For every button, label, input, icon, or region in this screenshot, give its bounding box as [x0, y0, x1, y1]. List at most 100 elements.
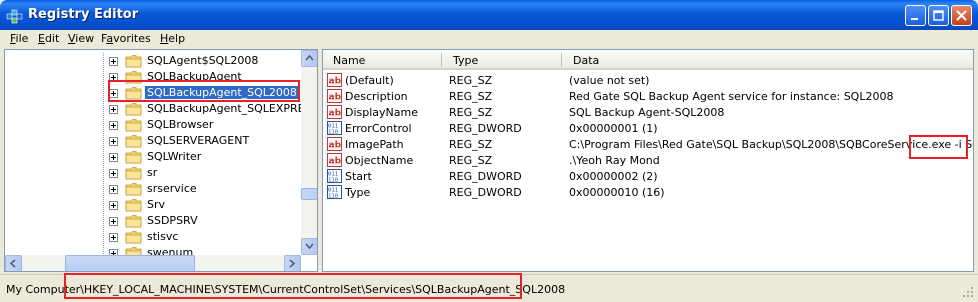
list-item[interactable]: ab (Default) REG_SZ (value not set): [323, 72, 973, 88]
tree-horizontal-scrollbar[interactable]: [5, 255, 301, 271]
tree-item[interactable]: sr: [5, 165, 305, 181]
resize-grip-icon[interactable]: [962, 286, 974, 298]
binary-value-icon: 011110: [327, 121, 342, 135]
expand-plus-icon[interactable]: [109, 137, 118, 146]
menu-edit[interactable]: Edit: [38, 32, 59, 45]
tree-guide-line: [5, 149, 105, 165]
value-data: 0x00000002 (2): [569, 170, 658, 183]
value-type: REG_SZ: [449, 154, 493, 167]
arrow-left-icon: [9, 259, 16, 268]
tree-item-label: srservice: [147, 182, 197, 195]
expand-plus-icon[interactable]: [109, 105, 118, 114]
expand-plus-icon[interactable]: [109, 233, 118, 242]
tree-item[interactable]: SQLAgent$SQL2008: [5, 53, 305, 69]
values-list-pane[interactable]: Name Type Data ab (Default) REG_SZ (value n…: [322, 49, 974, 272]
menu-file[interactable]: File: [10, 32, 28, 45]
registry-editor-icon: [6, 9, 23, 24]
tree-guide-line: [5, 117, 105, 133]
tree-vertical-scrollbar[interactable]: [301, 50, 317, 255]
tree-guide-line: [5, 69, 105, 85]
minimize-button[interactable]: [905, 5, 926, 26]
tree-item[interactable]: Srv: [5, 197, 305, 213]
string-value-icon: ab: [327, 73, 342, 87]
column-header-data[interactable]: Data: [573, 54, 599, 67]
svg-text:110: 110: [328, 193, 338, 199]
tree-item[interactable]: SSDPSRV: [5, 213, 305, 229]
list-item[interactable]: 011 110 ErrorControl REG_DWORD 0x00000001 (1…: [323, 120, 973, 136]
tree-guide-line: [5, 229, 105, 245]
tree-item-label: Srv: [147, 198, 166, 211]
folder-icon: [125, 119, 142, 132]
svg-text:ab: ab: [329, 77, 342, 87]
folder-icon: [125, 231, 142, 244]
value-type: REG_SZ: [449, 106, 493, 119]
folder-icon: [125, 215, 142, 228]
folder-icon: [125, 151, 142, 164]
expand-plus-icon[interactable]: [109, 169, 118, 178]
svg-text:110: 110: [328, 177, 338, 183]
window-title: Registry Editor: [28, 7, 139, 22]
tree-item[interactable]: SQLBrowser: [5, 117, 305, 133]
maximize-button[interactable]: [928, 5, 949, 26]
folder-icon: [125, 55, 142, 68]
arrow-down-icon: [305, 243, 314, 250]
column-separator[interactable]: [441, 53, 442, 67]
tree-item-label: sr: [147, 166, 158, 179]
scroll-thumb[interactable]: [301, 188, 317, 200]
expand-plus-icon[interactable]: [109, 217, 118, 226]
column-header-name[interactable]: Name: [333, 54, 365, 67]
value-data: Red Gate SQL Backup Agent service for in…: [569, 90, 894, 103]
svg-text:ab: ab: [329, 157, 342, 167]
highlight-box-selected-key: [108, 80, 300, 102]
value-type: REG_DWORD: [449, 186, 522, 199]
folder-icon: [125, 167, 142, 180]
tree-guide-line: [5, 133, 105, 149]
folder-icon: [125, 135, 142, 148]
status-bar: My Computer\HKEY_LOCAL_MACHINE\SYSTEM\Cu…: [0, 273, 978, 302]
close-button[interactable]: [951, 5, 972, 26]
scroll-left-button[interactable]: [5, 255, 22, 271]
scroll-up-button[interactable]: [301, 50, 317, 67]
title-bar[interactable]: Registry Editor: [0, 0, 978, 30]
scroll-right-button[interactable]: [284, 255, 301, 271]
value-type: REG_SZ: [449, 90, 493, 103]
expand-plus-icon[interactable]: [109, 201, 118, 210]
list-item[interactable]: ab ImagePath REG_SZ C:\Program Files\Red Ga…: [323, 136, 973, 152]
menu-view[interactable]: View: [68, 32, 94, 45]
value-name: ObjectName: [345, 154, 414, 167]
list-item[interactable]: ab ObjectName REG_SZ .\Yeoh Ray Mond: [323, 152, 973, 168]
tree-guide-line: [5, 53, 105, 69]
value-data: 0x00000010 (16): [569, 186, 665, 199]
list-item[interactable]: ab Description REG_SZ Red Gate SQL Backup A…: [323, 88, 973, 104]
tree-item[interactable]: SQLSERVERAGENT: [5, 133, 305, 149]
string-value-icon: ab: [327, 153, 342, 167]
tree-item[interactable]: SQLBackupAgent_SQLEXPRESS: [5, 101, 317, 117]
column-header-type[interactable]: Type: [453, 54, 478, 67]
list-item[interactable]: 011 110 Type REG_DWORD 0x00000010 (16): [323, 184, 973, 200]
value-name: ImagePath: [345, 138, 404, 151]
tree-item[interactable]: srservice: [5, 181, 305, 197]
tree-item[interactable]: SQLWriter: [5, 149, 305, 165]
tree-item[interactable]: stisvc: [5, 229, 305, 245]
list-item[interactable]: ab DisplayName REG_SZ SQL Backup Agent-SQL2…: [323, 104, 973, 120]
key-tree-pane[interactable]: SQLAgent$SQL2008 SQLBackupAgent SQLBackupA…: [4, 49, 318, 272]
tree-item-label: SQLBackupAgent_SQLEXPRESS: [147, 102, 318, 115]
menu-favorites[interactable]: Favorites: [101, 32, 151, 45]
svg-text:ab: ab: [329, 93, 342, 103]
list-item[interactable]: 011 110 Start REG_DWORD 0x00000002 (2): [323, 168, 973, 184]
arrow-up-icon: [305, 54, 314, 61]
value-name: Start: [345, 170, 372, 183]
scroll-down-button[interactable]: [301, 238, 317, 255]
string-value-icon: ab: [327, 137, 342, 151]
expand-plus-icon[interactable]: [109, 153, 118, 162]
value-data: .\Yeoh Ray Mond: [569, 154, 660, 167]
horizontal-scroll-thumb[interactable]: [65, 255, 195, 271]
tree-item-label: SQLWriter: [147, 150, 202, 163]
maximize-icon: [933, 10, 944, 21]
expand-plus-icon[interactable]: [109, 121, 118, 130]
expand-plus-icon[interactable]: [109, 185, 118, 194]
highlight-box-status-path: [64, 273, 522, 299]
expand-plus-icon[interactable]: [109, 57, 118, 66]
menu-help[interactable]: Help: [160, 32, 185, 45]
column-separator[interactable]: [561, 53, 562, 67]
